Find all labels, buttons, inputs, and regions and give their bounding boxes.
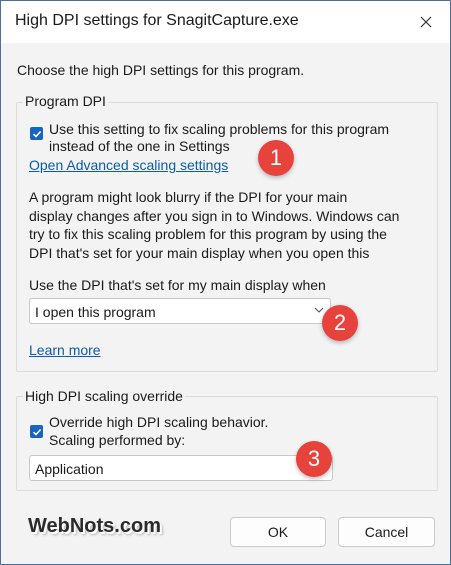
dialog-window: High DPI settings for SnagitCapture.exe … [0,0,451,565]
annotation-badge: 1 [258,140,294,176]
checkmark-icon [32,428,41,436]
close-icon [420,16,432,28]
dpi-when-dropdown[interactable]: I open this program [29,298,331,324]
cancel-button[interactable]: Cancel [338,517,435,547]
chevron-down-icon [314,307,324,313]
fix-scaling-label-line2: instead of the one in Settings [49,138,230,154]
advanced-scaling-link[interactable]: Open Advanced scaling settings [29,157,228,173]
ok-button[interactable]: OK [230,517,326,547]
checkmark-icon [32,130,41,138]
intro-text: Choose the high DPI settings for this pr… [17,62,305,78]
program-dpi-label: Program DPI [23,93,108,109]
learn-more-link[interactable]: Learn more [29,342,101,358]
scaling-performed-by-dropdown[interactable]: Application [29,455,333,481]
explanation-line: A program might look blurry if the DPI f… [29,189,348,205]
window-title: High DPI settings for SnagitCapture.exe [15,12,299,29]
explanation-line: DPI that's set for your main display whe… [29,244,370,261]
webnots-watermark: WebNots.com [28,515,161,537]
blurry-explanation: A program might look blurry if the DPI f… [29,188,449,262]
annotation-badge: 2 [322,305,358,341]
override-scaling-checkbox[interactable] [30,425,43,438]
dpi-dropdown-label: Use the DPI that's set for my main displ… [29,277,326,293]
override-label-line1: Override high DPI scaling behavior. [49,414,269,430]
title-bar: High DPI settings for SnagitCapture.exe [1,1,450,43]
annotation-badge: 3 [296,441,332,477]
explanation-line: display changes after you sign in to Win… [29,207,400,224]
fix-scaling-checkbox[interactable] [30,127,43,140]
explanation-line: try to fix this scaling problem for this… [29,226,387,242]
dpi-when-value: I open this program [35,304,156,320]
fix-scaling-label-line1: Use this setting to fix scaling problems… [49,121,390,137]
override-label-line2: Scaling performed by: [49,432,186,448]
close-button[interactable] [411,8,441,36]
scaling-override-label: High DPI scaling override [23,388,185,404]
scaling-performed-by-value: Application [35,461,104,477]
